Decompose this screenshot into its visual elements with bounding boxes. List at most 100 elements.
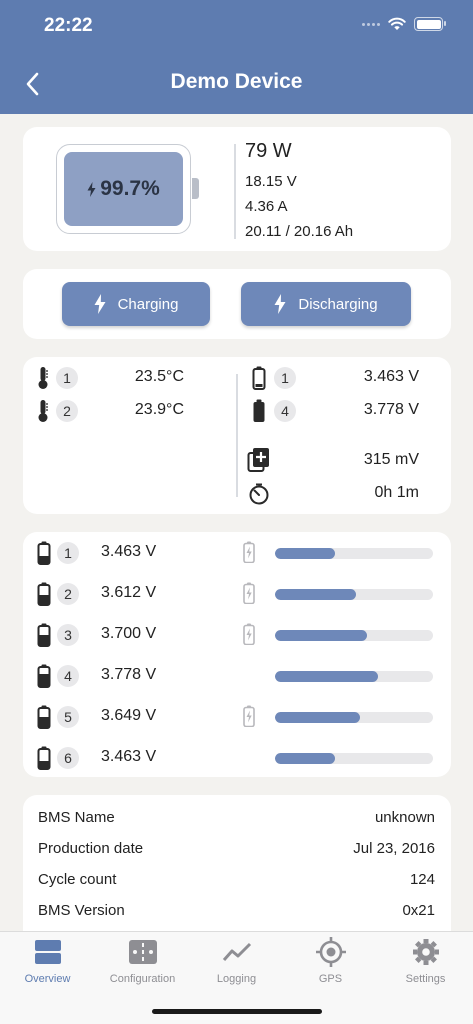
cell-index-badge: 1 [274, 367, 296, 389]
runtime-value: 0h 1m [374, 484, 419, 501]
cell-level-bar [275, 630, 433, 641]
cell-battery-icon [37, 623, 51, 647]
info-value: 124 [409, 871, 435, 888]
thermometer-icon [38, 367, 48, 389]
battery-low-icon [252, 366, 266, 390]
cell-battery-icon [37, 705, 51, 729]
balancing-icon [243, 705, 255, 728]
info-label: BMS Name [38, 809, 115, 826]
current-value: 4.36 A [245, 198, 288, 215]
temperature-value: 23.9°C [134, 401, 184, 418]
status-time: 22:22 [44, 15, 93, 36]
tab-label: Logging [216, 973, 257, 985]
cell-level-fill [275, 671, 378, 682]
state-of-charge: 99.7% [100, 177, 160, 200]
info-value: Jul 23, 2016 [353, 840, 435, 857]
cell-battery-icon [37, 664, 51, 688]
cell-voltage: 3.612 V [101, 584, 157, 601]
discharging-button[interactable]: Discharging [241, 282, 411, 326]
capacity-value: 20.11 / 20.16 Ah [245, 223, 354, 240]
max-cell-voltage: 3.778 V [363, 401, 419, 418]
cell-delta [247, 448, 271, 472]
configuration-icon [128, 940, 157, 964]
logging-icon [222, 942, 251, 961]
tab-label: GPS [318, 973, 343, 985]
cell-level-bar [275, 548, 433, 559]
cell-voltage: 3.700 V [101, 625, 157, 642]
controls-card: Charging Discharging [23, 269, 451, 339]
tab-label: Settings [405, 973, 446, 985]
power-value: 79 W [245, 140, 292, 162]
tab-settings[interactable]: Settings [378, 936, 473, 985]
bolt-icon [87, 181, 96, 197]
temperature-value: 23.5°C [134, 368, 184, 385]
page-title: Demo Device [170, 70, 303, 93]
cell-level-bar [275, 753, 433, 764]
cell-index-badge: 5 [57, 706, 79, 728]
tab-gps[interactable]: GPS [283, 936, 378, 985]
info-label: Production date [38, 840, 144, 857]
temperature-sensor-1: 1 [36, 366, 78, 390]
tab-label: Overview [24, 973, 71, 985]
cell-battery-icon [37, 746, 51, 770]
cell-level-fill [275, 712, 361, 723]
info-label: BMS Version [38, 902, 125, 919]
tab-overview[interactable]: Overview [0, 936, 95, 985]
cells-card: 1 3.463 V 2 3.612 V 3 3.700 V 4 3.778 V 5 3.649 V… [23, 532, 451, 777]
cell-voltage: 3.463 V [101, 748, 157, 765]
cell-row: 1 3.463 V [23, 540, 451, 566]
tab-label: Configuration [109, 973, 176, 985]
cell-level-bar [275, 712, 433, 723]
charging-label: Charging [117, 295, 179, 313]
info-row-bms-name: BMS Name unknown [38, 809, 435, 826]
balancing-icon [243, 582, 255, 605]
cell-level-fill [275, 589, 356, 600]
tab-logging[interactable]: Logging [189, 936, 284, 985]
cell-row: 2 3.612 V [23, 581, 451, 607]
voltage-delta-icon [247, 448, 269, 472]
charging-button[interactable]: Charging [62, 282, 210, 326]
battery-level-fill: 99.7% [64, 152, 183, 226]
battery-full-icon [253, 399, 265, 422]
min-cell: 1 [252, 366, 296, 390]
balancing-icon [243, 541, 255, 564]
info-row-cycle-count: Cycle count 124 [38, 871, 435, 888]
cell-voltage: 3.778 V [101, 666, 157, 683]
discharging-label: Discharging [298, 295, 378, 313]
delta-value: 315 mV [363, 451, 419, 468]
wifi-icon [388, 17, 406, 30]
gps-icon [315, 937, 346, 967]
cell-row: 5 3.649 V [23, 704, 451, 730]
info-row-bms-version: BMS Version 0x21 [38, 902, 435, 919]
info-value: unknown [374, 809, 435, 826]
thermometer-icon [38, 400, 48, 422]
app-header: 22:22 Demo Device [0, 0, 473, 114]
cell-level-fill [275, 630, 367, 641]
stats-card: 1 23.5°C 2 23.9°C 1 3.463 V 4 3.778 V 31… [23, 357, 451, 514]
cell-index-badge: 6 [57, 747, 79, 769]
cell-index-badge: 2 [57, 583, 79, 605]
voltage-value: 18.15 V [245, 173, 297, 190]
cell-index-badge: 1 [57, 542, 79, 564]
balancing-icon [243, 623, 255, 646]
cell-level-fill [275, 753, 336, 764]
gear-icon [412, 939, 439, 965]
home-indicator [152, 1009, 322, 1014]
battery-level-gauge: 99.7% [56, 144, 199, 234]
runtime [248, 482, 270, 506]
info-value: 0x21 [402, 902, 435, 919]
tab-configuration[interactable]: Configuration [95, 936, 190, 985]
cell-index-badge: 4 [274, 400, 296, 422]
max-cell: 4 [252, 399, 296, 423]
sensor-index-badge: 1 [56, 367, 78, 389]
device-battery-icon [414, 17, 446, 31]
info-row-production-date: Production date Jul 23, 2016 [38, 840, 435, 857]
bolt-icon [274, 294, 286, 314]
bolt-icon [94, 294, 106, 314]
cell-row: 4 3.778 V [23, 663, 451, 689]
cell-level-fill [275, 548, 336, 559]
cell-battery-icon [37, 541, 51, 565]
cellular-signal-icon [362, 22, 380, 26]
battery-summary-card: 99.7% 79 W 18.15 V 4.36 A 20.11 / 20.16 … [23, 127, 451, 251]
cell-row: 3 3.700 V [23, 622, 451, 648]
